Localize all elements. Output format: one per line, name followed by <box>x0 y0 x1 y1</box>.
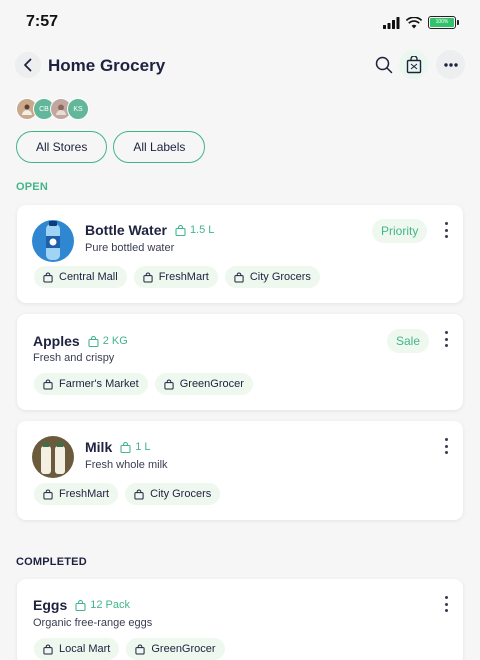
store-tag-label: City Grocers <box>150 488 212 500</box>
search-button[interactable] <box>372 53 396 77</box>
item-title-row: Bottle Water 1.5 L <box>85 222 214 238</box>
list-item[interactable]: Bottle Water 1.5 L Pure bottled water Pr… <box>17 205 463 303</box>
item-quantity: 1.5 L <box>175 224 214 236</box>
store-tag[interactable]: Farmer's Market <box>34 373 148 395</box>
list-item[interactable]: Eggs 12 Pack Organic free-range eggs Loc… <box>17 579 463 660</box>
bag-icon <box>120 441 131 453</box>
bag-icon <box>164 378 174 390</box>
status-time: 7:57 <box>26 13 59 30</box>
milk-bottles-image <box>32 436 74 478</box>
avatar: KS <box>67 98 89 120</box>
bag-icon <box>88 335 99 347</box>
bag-icon <box>135 643 145 655</box>
shopping-bag-icon <box>406 55 421 73</box>
person-icon <box>56 104 66 115</box>
store-tag-label: GreenGrocer <box>151 643 216 655</box>
item-description: Organic free-range eggs <box>33 617 153 629</box>
chevron-left-icon <box>24 58 32 72</box>
item-title: Eggs <box>33 597 68 613</box>
list-item[interactable]: Milk 1 L Fresh whole milk FreshMart City… <box>17 421 463 520</box>
item-title: Apples <box>33 333 80 349</box>
item-thumbnail <box>32 436 74 478</box>
priority-badge: Priority <box>372 219 428 243</box>
item-title-row: Apples 2 KG <box>33 333 128 349</box>
water-bottle-image <box>32 220 74 262</box>
store-tag[interactable]: GreenGrocer <box>126 638 225 660</box>
item-quantity-value: 2 KG <box>102 335 128 347</box>
store-tags: FreshMart City Grocers <box>34 483 221 505</box>
item-menu-button[interactable] <box>441 331 451 347</box>
store-tags: Farmer's Market GreenGrocer <box>34 373 253 395</box>
item-description: Pure bottled water <box>85 242 175 254</box>
item-quantity: 2 KG <box>88 335 128 347</box>
shopping-bag-button[interactable] <box>399 50 428 79</box>
store-tag-label: FreshMart <box>158 271 209 283</box>
store-tag-label: GreenGrocer <box>179 378 244 390</box>
item-quantity: 12 Pack <box>75 599 130 611</box>
store-tag-label: Central Mall <box>59 271 118 283</box>
battery-level: 100% <box>430 18 454 27</box>
bag-icon <box>134 488 144 500</box>
bag-icon <box>43 488 53 500</box>
section-completed-label: COMPLETED <box>16 556 87 568</box>
item-title: Milk <box>85 439 113 455</box>
store-tag-label: Local Mart <box>59 643 111 655</box>
item-quantity-value: 1 L <box>135 441 151 453</box>
bag-icon <box>175 224 186 236</box>
item-quantity-value: 1.5 L <box>189 224 215 236</box>
item-menu-button[interactable] <box>441 596 451 612</box>
store-tag[interactable]: FreshMart <box>34 483 119 505</box>
store-tag-label: FreshMart <box>59 488 110 500</box>
status-bar: 7:57 100% <box>0 0 480 44</box>
back-button[interactable] <box>15 52 41 78</box>
search-icon <box>375 56 393 74</box>
store-tag-label: Farmer's Market <box>59 378 139 390</box>
store-tag[interactable]: City Grocers <box>125 483 221 505</box>
store-tag[interactable]: GreenGrocer <box>154 373 253 395</box>
item-thumbnail <box>32 220 74 262</box>
item-title-row: Eggs 12 Pack <box>33 597 130 613</box>
store-tag[interactable]: Local Mart <box>34 638 120 660</box>
all-stores-filter[interactable]: All Stores <box>16 131 108 163</box>
bag-icon <box>43 643 53 655</box>
store-tag[interactable]: City Grocers <box>224 266 320 288</box>
bag-icon <box>75 599 86 611</box>
all-labels-filter[interactable]: All Labels <box>113 131 206 163</box>
item-menu-button[interactable] <box>441 438 451 454</box>
item-title-row: Milk 1 L <box>85 439 151 455</box>
person-icon <box>22 104 32 115</box>
status-icons: 100% <box>383 16 459 29</box>
page-title: Home Grocery <box>48 56 166 75</box>
more-horizontal-icon <box>443 62 458 67</box>
header: Home Grocery <box>0 48 480 84</box>
item-quantity-value: 12 Pack <box>90 599 130 611</box>
item-title: Bottle Water <box>85 222 167 238</box>
sale-badge: Sale <box>387 329 430 353</box>
item-quantity: 1 L <box>120 441 151 453</box>
store-tags: Central Mall FreshMart City Grocers <box>34 266 320 288</box>
item-description: Fresh and crispy <box>33 352 115 364</box>
wifi-icon <box>406 16 422 28</box>
section-open-label: OPEN <box>16 181 48 193</box>
bag-icon <box>43 378 53 390</box>
item-description: Fresh whole milk <box>85 459 168 471</box>
list-item[interactable]: Apples 2 KG Fresh and crispy Sale Farmer… <box>17 314 463 410</box>
bag-icon <box>234 271 244 283</box>
filter-bar: All Stores All Labels <box>16 131 206 163</box>
member-avatars[interactable]: CB KS <box>16 98 89 122</box>
bag-icon <box>143 271 153 283</box>
more-options-button[interactable] <box>436 50 465 79</box>
bag-icon <box>43 271 53 283</box>
store-tag[interactable]: FreshMart <box>133 266 218 288</box>
store-tag-label: City Grocers <box>249 271 311 283</box>
item-menu-button[interactable] <box>441 222 451 238</box>
signal-icon <box>383 16 400 29</box>
store-tag[interactable]: Central Mall <box>34 266 127 288</box>
battery-icon: 100% <box>428 16 459 29</box>
store-tags: Local Mart GreenGrocer <box>34 638 225 660</box>
